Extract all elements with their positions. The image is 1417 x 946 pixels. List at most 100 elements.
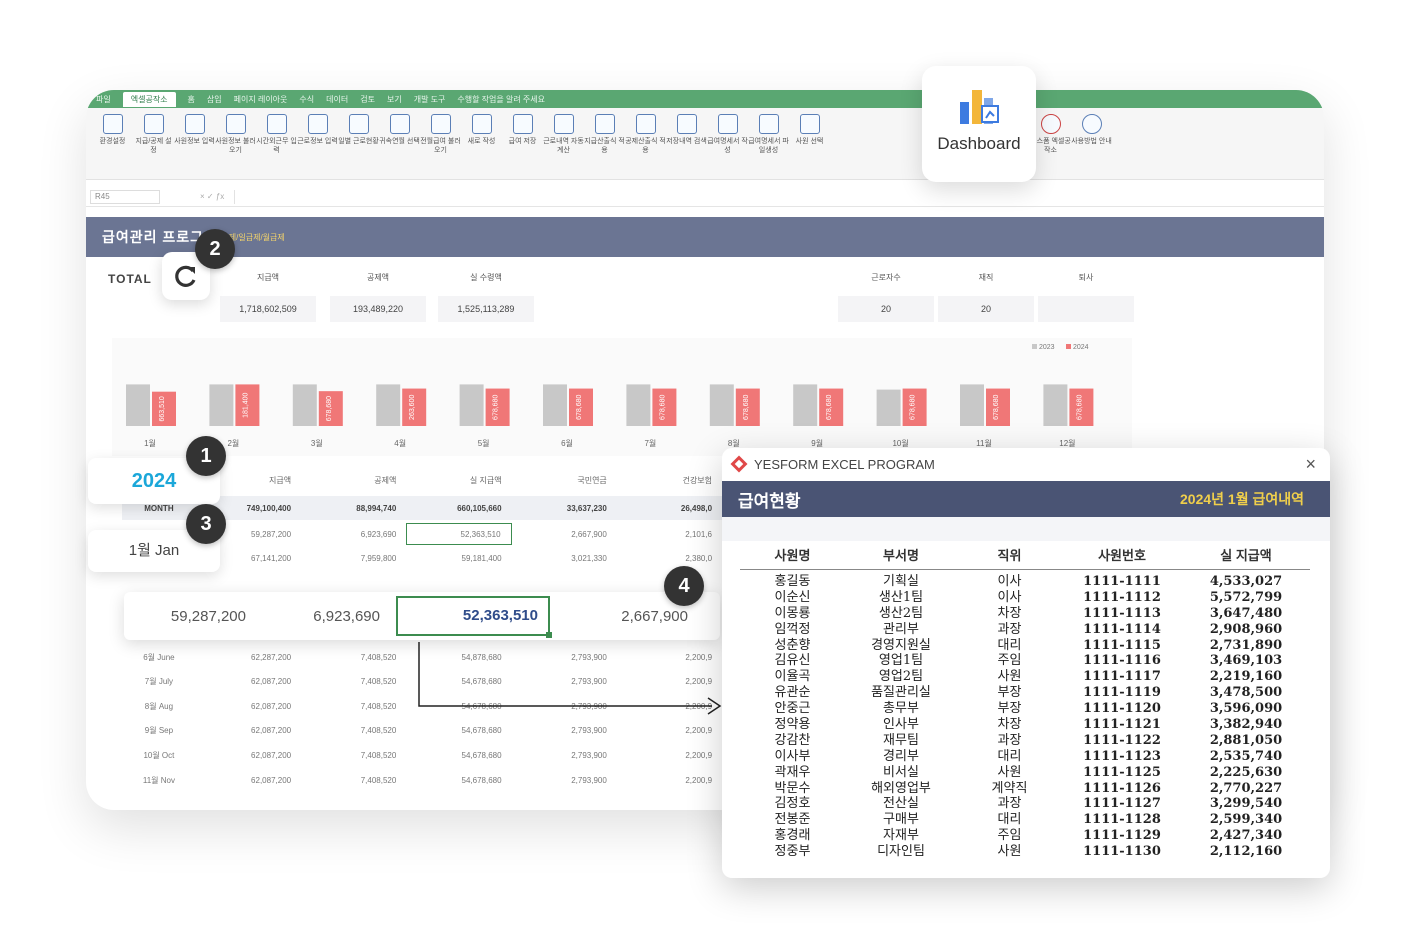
list-item[interactable]: 이순신 생산1팀 이사 1111-1112 5,572,799 bbox=[740, 590, 1310, 606]
ribbon-button[interactable]: 급여명세서 파일생성 bbox=[748, 114, 789, 179]
ribbon-button[interactable]: 사원정보 입력 bbox=[174, 114, 215, 179]
ribbon-tab[interactable]: 수행할 작업을 알려 주세요 bbox=[457, 94, 545, 105]
ribbon-button[interactable]: 사원 선택 bbox=[789, 114, 830, 179]
table-cell[interactable]: 54,878,680 bbox=[406, 653, 511, 662]
table-cell[interactable]: 26,498,0 bbox=[617, 504, 722, 513]
ribbon-button[interactable]: 사용방법 안내 bbox=[1071, 114, 1112, 179]
dashboard-button[interactable]: Dashboard bbox=[922, 66, 1036, 182]
table-cell[interactable]: 62,087,200 bbox=[196, 751, 301, 760]
table-cell[interactable]: 7월 July bbox=[122, 676, 196, 687]
table-cell[interactable]: 7,408,520 bbox=[301, 677, 406, 686]
ribbon-button[interactable]: 환경설정 bbox=[92, 114, 133, 179]
table-cell[interactable]: 88,994,740 bbox=[301, 504, 406, 513]
table-cell[interactable]: 7,408,520 bbox=[301, 751, 406, 760]
ribbon-button[interactable]: 공제산출식 적용 bbox=[625, 114, 666, 179]
table-cell[interactable]: 33,637,230 bbox=[512, 504, 617, 513]
name-box[interactable]: R45 bbox=[90, 189, 160, 204]
zoom-cell-net-selected[interactable]: 52,363,510 bbox=[396, 596, 552, 638]
ribbon-button[interactable]: 새로 작성 bbox=[461, 114, 502, 179]
ribbon-tab[interactable]: 파일 bbox=[96, 94, 111, 105]
ribbon-button[interactable]: 시간외근무 입력 bbox=[256, 114, 297, 179]
table-cell[interactable]: 2,200,9 bbox=[617, 677, 722, 686]
list-item[interactable]: 곽재우 비서실 사원 1111-1125 2,225,630 bbox=[740, 765, 1310, 781]
close-icon[interactable]: × bbox=[1305, 454, 1316, 475]
table-cell[interactable]: 62,087,200 bbox=[196, 776, 301, 785]
table-cell[interactable]: 7,408,520 bbox=[301, 653, 406, 662]
ribbon-button[interactable]: 귀속연월 선택 bbox=[379, 114, 420, 179]
table-cell[interactable]: 62,287,200 bbox=[196, 653, 301, 662]
table-cell[interactable]: 2,200,9 bbox=[617, 776, 722, 785]
ribbon-button[interactable]: 전월급여 불러오기 bbox=[420, 114, 461, 179]
list-item[interactable]: 정중부 디자인팀 사원 1111-1130 2,112,160 bbox=[740, 844, 1310, 860]
table-cell[interactable]: 7,408,520 bbox=[301, 702, 406, 711]
table-cell[interactable]: 2,200,9 bbox=[617, 702, 722, 711]
table-cell[interactable]: MONTH bbox=[122, 504, 196, 513]
table-cell[interactable]: 6월 June bbox=[122, 652, 196, 663]
ribbon-tab[interactable]: 홈 bbox=[188, 94, 195, 105]
ribbon-button[interactable]: 지급/공제 설정 bbox=[133, 114, 174, 179]
ribbon-button[interactable]: 일별 근로현황 bbox=[338, 114, 379, 179]
ribbon-tab[interactable]: 페이지 레이아웃 bbox=[234, 94, 288, 105]
list-item[interactable]: 홍길동 기획실 이사 1111-1111 4,533,027 bbox=[740, 574, 1310, 590]
ribbon-button[interactable]: 지급산출식 적용 bbox=[584, 114, 625, 179]
table-cell[interactable]: 2,793,900 bbox=[512, 702, 617, 711]
list-item[interactable]: 이사부 경리부 대리 1111-1123 2,535,740 bbox=[740, 749, 1310, 765]
ribbon-tab[interactable]: 데이터 bbox=[326, 94, 348, 105]
table-cell[interactable]: 2,793,900 bbox=[512, 776, 617, 785]
table-cell[interactable]: 2,200,9 bbox=[617, 726, 722, 735]
list-item[interactable]: 임꺽정 관리부 과장 1111-1114 2,908,960 bbox=[740, 622, 1310, 638]
list-item[interactable]: 박문수 해외영업부 계약직 1111-1126 2,770,227 bbox=[740, 781, 1310, 797]
ribbon-tab[interactable]: 수식 bbox=[299, 94, 314, 105]
table-cell[interactable]: 8월 Aug bbox=[122, 701, 196, 712]
list-item[interactable]: 홍경래 자재부 주임 1111-1129 2,427,340 bbox=[740, 828, 1310, 844]
table-cell[interactable]: 54,678,680 bbox=[406, 677, 511, 686]
list-item[interactable]: 성춘향 경영지원실 대리 1111-1115 2,731,890 bbox=[740, 638, 1310, 654]
formula-input[interactable] bbox=[234, 189, 1324, 204]
table-cell[interactable]: 2,200,9 bbox=[617, 653, 722, 662]
list-item[interactable]: 안중근 총무부 부장 1111-1120 3,596,090 bbox=[740, 701, 1310, 717]
table-cell[interactable]: 2,793,900 bbox=[512, 653, 617, 662]
table-cell[interactable]: 62,087,200 bbox=[196, 726, 301, 735]
ribbon-tab[interactable]: 삽입 bbox=[207, 94, 222, 105]
table-cell[interactable]: 59,181,400 bbox=[406, 554, 511, 563]
table-cell[interactable]: 62,087,200 bbox=[196, 702, 301, 711]
ribbon-tab[interactable]: 보기 bbox=[387, 94, 402, 105]
table-cell[interactable]: 2,793,900 bbox=[512, 726, 617, 735]
list-item[interactable]: 김유신 영업1팀 주임 1111-1116 3,469,103 bbox=[740, 653, 1310, 669]
table-cell[interactable]: 660,105,660 bbox=[406, 504, 511, 513]
ribbon-button[interactable]: 사원정보 불러오기 bbox=[215, 114, 256, 179]
table-cell[interactable]: 2,101,6 bbox=[617, 530, 722, 539]
ribbon-button[interactable]: 근로내역 자동계산 bbox=[543, 114, 584, 179]
ribbon-button[interactable]: 예스폼 엑셀공작소 bbox=[1030, 114, 1071, 179]
list-item[interactable]: 정약용 인사부 차장 1111-1121 3,382,940 bbox=[740, 717, 1310, 733]
ribbon-tab[interactable]: 검토 bbox=[360, 94, 375, 105]
table-cell[interactable]: 3,021,330 bbox=[512, 554, 617, 563]
ribbon-button[interactable]: 저장내역 검색 bbox=[666, 114, 707, 179]
ribbon-tab[interactable]: 개발 도구 bbox=[414, 94, 446, 105]
ribbon-button[interactable]: 급여 저장 bbox=[502, 114, 543, 179]
ribbon-tab[interactable]: 엑셀공작소 bbox=[122, 91, 176, 107]
list-item[interactable]: 김정호 전산실 과장 1111-1127 3,299,540 bbox=[740, 796, 1310, 812]
table-cell[interactable]: 2,793,900 bbox=[512, 751, 617, 760]
table-cell[interactable]: 2,380,0 bbox=[617, 554, 722, 563]
table-cell[interactable]: 2,793,900 bbox=[512, 677, 617, 686]
list-item[interactable]: 이몽룡 생산2팀 차장 1111-1113 3,647,480 bbox=[740, 606, 1310, 622]
table-cell[interactable]: 10월 Oct bbox=[122, 750, 196, 761]
table-cell[interactable]: 54,678,680 bbox=[406, 702, 511, 711]
table-cell[interactable]: 7,959,800 bbox=[301, 554, 406, 563]
table-cell[interactable]: 54,678,680 bbox=[406, 726, 511, 735]
ribbon-button[interactable]: 급여명세서 작성 bbox=[707, 114, 748, 179]
table-cell[interactable]: 7,408,520 bbox=[301, 726, 406, 735]
table-cell[interactable]: 2,667,900 bbox=[512, 530, 617, 539]
table-cell[interactable]: 2,200,9 bbox=[617, 751, 722, 760]
table-cell[interactable]: 62,087,200 bbox=[196, 677, 301, 686]
table-cell[interactable]: 52,363,510 bbox=[406, 523, 512, 545]
list-item[interactable]: 전봉준 구매부 대리 1111-1128 2,599,340 bbox=[740, 812, 1310, 828]
table-cell[interactable]: 11월 Nov bbox=[122, 775, 196, 786]
table-cell[interactable]: 9월 Sep bbox=[122, 725, 196, 736]
table-cell[interactable]: 6,923,690 bbox=[301, 530, 406, 539]
table-cell[interactable]: 54,678,680 bbox=[406, 776, 511, 785]
list-item[interactable]: 이율곡 영업2팀 사원 1111-1117 2,219,160 bbox=[740, 669, 1310, 685]
table-cell[interactable]: 54,678,680 bbox=[406, 751, 511, 760]
ribbon-button[interactable]: 근로정보 입력 bbox=[297, 114, 338, 179]
